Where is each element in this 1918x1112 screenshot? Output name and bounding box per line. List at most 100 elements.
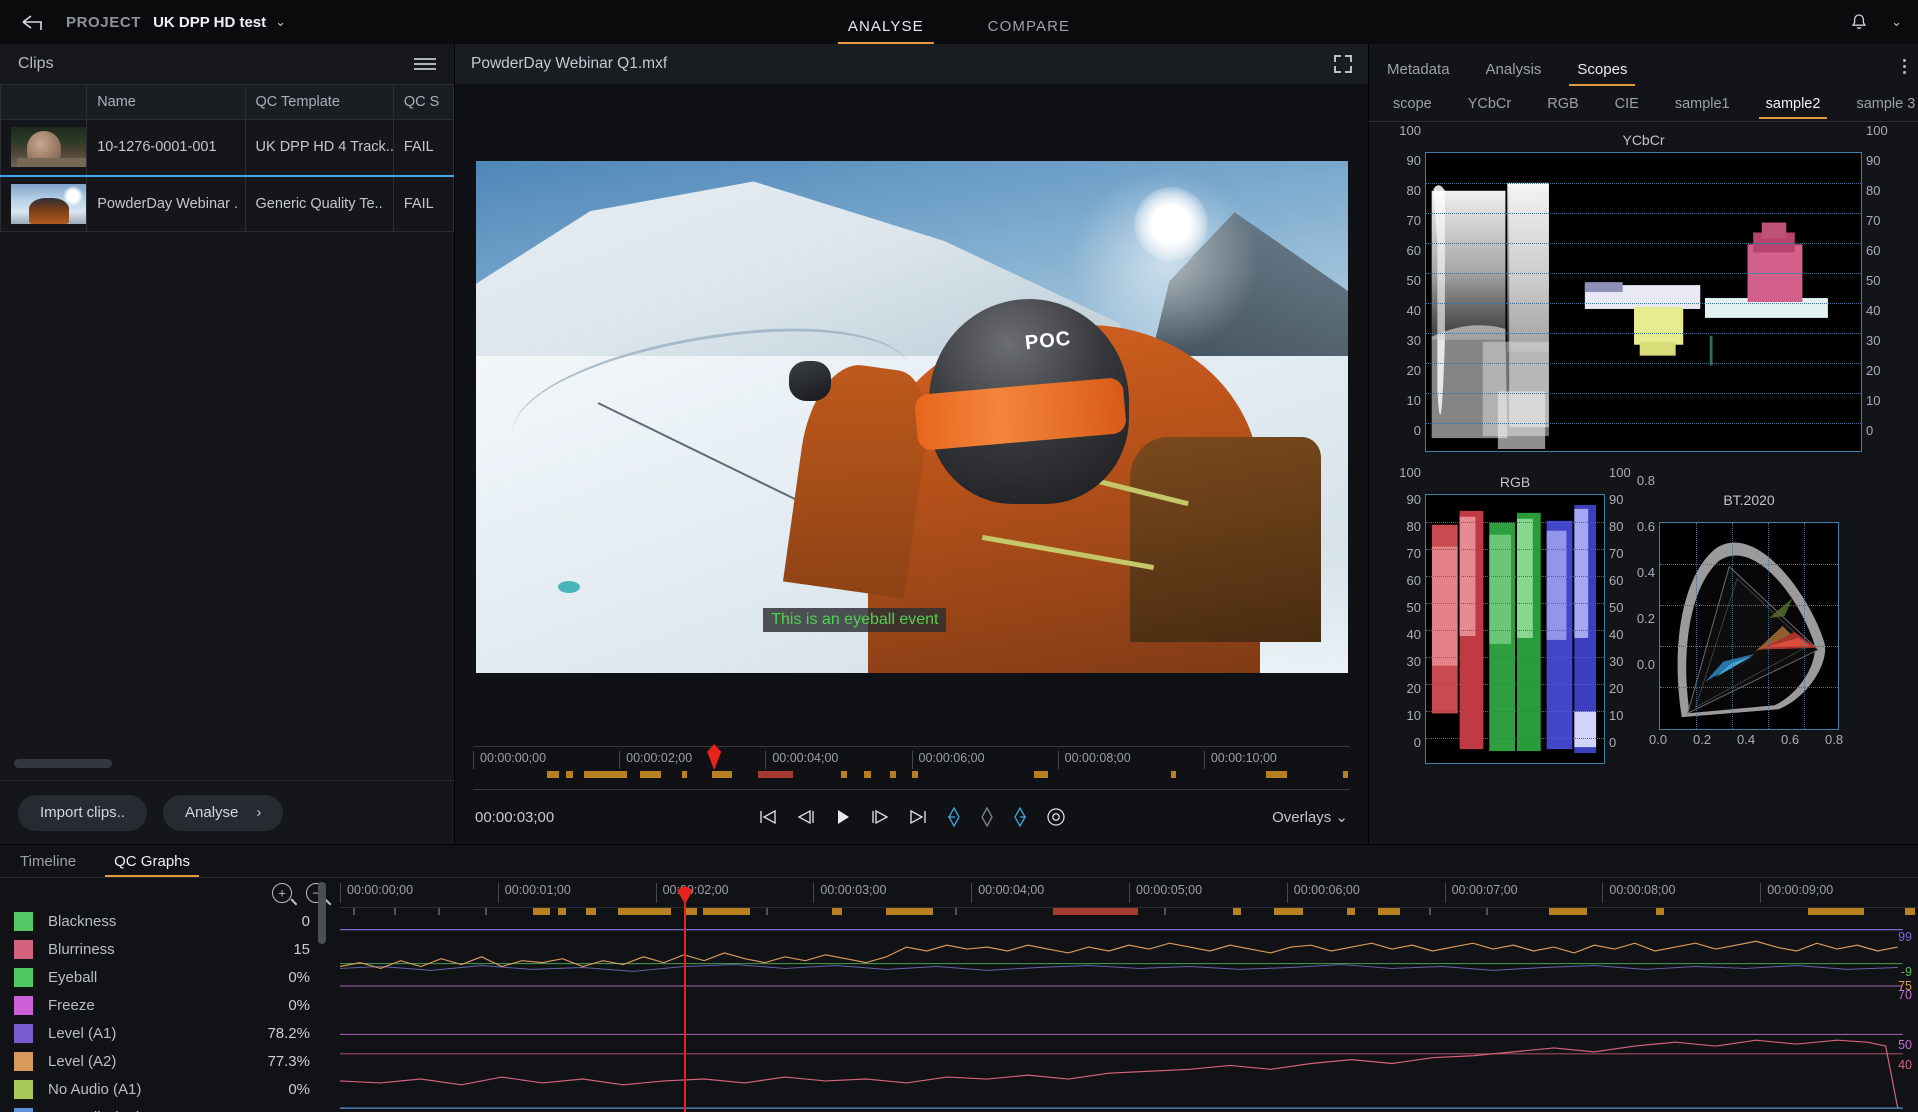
analyse-button[interactable]: Analyse › <box>163 795 283 831</box>
graph-event[interactable] <box>1378 908 1400 915</box>
legend-color-swatch[interactable] <box>14 912 33 931</box>
graph-event[interactable] <box>1274 908 1302 915</box>
ycbcr-plot[interactable] <box>1425 152 1862 452</box>
timeline-event[interactable] <box>912 771 918 778</box>
timeline-event[interactable] <box>1343 771 1348 778</box>
subtab-sample2[interactable]: sample2 <box>1764 96 1823 119</box>
subtab-sample3[interactable]: sample 3 <box>1854 96 1917 119</box>
timeline-event[interactable] <box>1171 771 1176 778</box>
graph-event[interactable] <box>353 908 355 915</box>
graph-event[interactable] <box>766 908 768 915</box>
table-row[interactable]: PowderDay Webinar . Generic Quality Te..… <box>1 176 454 232</box>
user-menu-chevron-icon[interactable]: ⌄ <box>1891 14 1902 30</box>
graph-event[interactable] <box>485 908 487 915</box>
bt2020-plot[interactable] <box>1659 522 1839 730</box>
eye-button[interactable] <box>1046 807 1066 827</box>
graph-event[interactable] <box>955 908 957 915</box>
subtab-sample1[interactable]: sample1 <box>1673 96 1732 119</box>
list-item[interactable]: Blurriness15 <box>0 935 340 963</box>
import-clips-button[interactable]: Import clips.. <box>18 795 147 831</box>
graph-event[interactable] <box>1233 908 1241 915</box>
tab-compare[interactable]: COMPARE <box>982 18 1076 44</box>
tab-scopes[interactable]: Scopes <box>1573 61 1631 86</box>
timeline-event[interactable] <box>584 771 628 778</box>
mark-in-button[interactable] <box>946 807 962 827</box>
list-menu-icon[interactable] <box>414 58 436 70</box>
overlays-dropdown[interactable]: Overlays ⌄ <box>1272 808 1348 826</box>
subtab-scope[interactable]: scope <box>1391 96 1434 119</box>
timeline-event[interactable] <box>566 771 573 778</box>
mark-out-button[interactable] <box>1012 807 1028 827</box>
graph-event[interactable] <box>394 908 396 915</box>
list-item[interactable]: Level (A1)78.2% <box>0 1019 340 1047</box>
step-back-button[interactable] <box>796 808 816 826</box>
graph-event[interactable] <box>703 908 750 915</box>
column-thumbnail[interactable] <box>1 85 87 120</box>
list-item[interactable]: Freeze0% <box>0 991 340 1019</box>
timeline-event[interactable] <box>640 771 661 778</box>
timeline-event[interactable] <box>1266 771 1287 778</box>
graph-event[interactable] <box>1486 908 1488 915</box>
step-forward-button[interactable] <box>870 808 890 826</box>
legend-color-swatch[interactable] <box>14 1108 33 1112</box>
viewer-timeline[interactable]: 00:00:00;0000:00:02;0000:00:04;0000:00:0… <box>473 746 1350 790</box>
timeline-event[interactable] <box>712 771 732 778</box>
graph-event[interactable] <box>1549 908 1587 915</box>
qc-graphs-area[interactable]: 00:00:00;0000:00:01;0000:00:02;0000:00:0… <box>340 878 1918 1112</box>
legend-color-swatch[interactable] <box>14 1080 33 1099</box>
timeline-event[interactable] <box>864 771 871 778</box>
play-button[interactable] <box>834 808 852 826</box>
graph-event[interactable] <box>618 908 672 915</box>
tab-metadata[interactable]: Metadata <box>1383 61 1454 86</box>
column-qc-status[interactable]: QC S <box>393 85 453 120</box>
graph-event[interactable] <box>886 908 933 915</box>
qc-graph-playhead[interactable] <box>684 900 686 1112</box>
chevron-down-icon[interactable]: ⌄ <box>275 14 286 30</box>
rgb-plot[interactable] <box>1425 494 1605 764</box>
graph-event[interactable] <box>832 908 841 915</box>
column-qc-template[interactable]: QC Template <box>245 85 393 120</box>
timeline-event[interactable] <box>547 771 559 778</box>
timeline-event[interactable] <box>1034 771 1048 778</box>
video-frame[interactable]: POC This is an eyeball event <box>476 161 1348 673</box>
legend-color-swatch[interactable] <box>14 1024 33 1043</box>
marker-button[interactable] <box>980 807 994 827</box>
graph-event[interactable] <box>1808 908 1865 915</box>
go-to-start-button[interactable] <box>758 808 778 826</box>
legend-color-swatch[interactable] <box>14 940 33 959</box>
tab-analysis[interactable]: Analysis <box>1482 61 1546 86</box>
list-item[interactable]: No Audio (A1)0% <box>0 1075 340 1103</box>
expand-icon[interactable] <box>1334 55 1352 73</box>
subtab-ycbcr[interactable]: YCbCr <box>1466 96 1514 119</box>
list-item[interactable]: Level (A2)77.3% <box>0 1047 340 1075</box>
subtab-cie[interactable]: CIE <box>1613 96 1641 119</box>
list-item[interactable]: Blackness0 <box>0 907 340 935</box>
timeline-event[interactable] <box>758 771 793 778</box>
column-name[interactable]: Name <box>87 85 245 120</box>
tab-qc-graphs[interactable]: QC Graphs <box>110 853 194 877</box>
tab-analyse[interactable]: ANALYSE <box>842 18 930 44</box>
clips-horizontal-scrollbar[interactable] <box>14 759 112 768</box>
legend-scrollbar[interactable] <box>318 882 326 944</box>
graph-event[interactable] <box>1164 908 1166 915</box>
list-item[interactable]: No Audio (A2)0% <box>0 1103 340 1112</box>
graph-event[interactable] <box>586 908 595 915</box>
graph-event[interactable] <box>1053 908 1138 915</box>
legend-color-swatch[interactable] <box>14 1052 33 1071</box>
notification-bell-icon[interactable] <box>1850 13 1868 32</box>
timeline-event[interactable] <box>890 771 895 778</box>
table-row[interactable]: 10-1276-0001-001 UK DPP HD 4 Track.. FAI… <box>1 120 454 176</box>
graph-event[interactable] <box>1429 908 1431 915</box>
tab-timeline[interactable]: Timeline <box>16 853 80 877</box>
more-options-icon[interactable] <box>1903 59 1906 74</box>
go-to-end-button[interactable] <box>908 808 928 826</box>
legend-color-swatch[interactable] <box>14 968 33 987</box>
graph-event[interactable] <box>1656 908 1664 915</box>
graph-event[interactable] <box>1347 908 1355 915</box>
subtab-rgb[interactable]: RGB <box>1545 96 1580 119</box>
graph-event[interactable] <box>438 908 440 915</box>
back-arrow-icon[interactable] <box>14 0 54 44</box>
list-item[interactable]: Eyeball0% <box>0 963 340 991</box>
timeline-event[interactable] <box>682 771 687 778</box>
graph-event[interactable] <box>533 908 550 915</box>
